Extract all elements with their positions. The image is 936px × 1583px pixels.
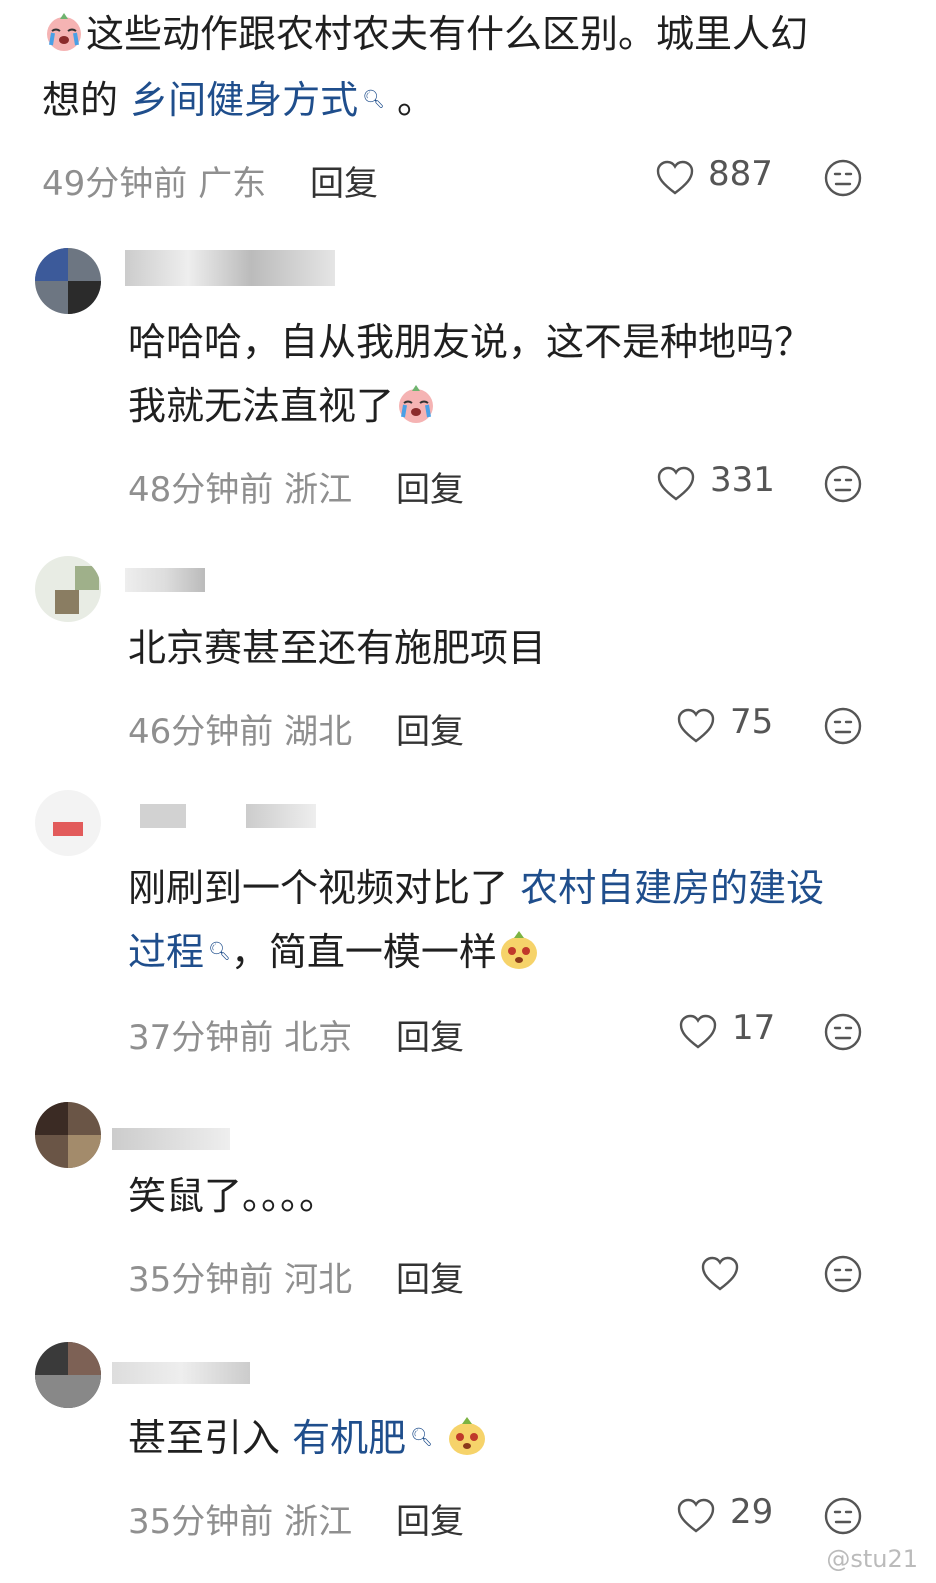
reply-button[interactable]: 回复 xyxy=(396,704,464,753)
yellow-mascot-emoji-icon xyxy=(497,927,541,971)
reply-button[interactable]: 回复 xyxy=(396,1252,464,1301)
avatar[interactable] xyxy=(35,248,101,314)
heart-icon[interactable] xyxy=(655,158,695,198)
username-blurred[interactable] xyxy=(112,1128,230,1150)
username-blurred[interactable] xyxy=(125,250,335,286)
comment-text: 想的 xyxy=(42,78,131,122)
comment-text: 甚至引入 xyxy=(128,1416,293,1460)
comment-3-text: 北京赛甚至还有施肥项目 xyxy=(128,626,547,670)
comment-text: 这些动作跟农村农夫有什么区别。城里人幻 xyxy=(86,12,809,56)
avatar[interactable] xyxy=(35,556,101,622)
comment-text: 我就无法直视了 xyxy=(128,384,395,428)
comment-6-text: 甚至引入 有机肥 🔍︎ xyxy=(128,1406,489,1470)
like-count: 887 xyxy=(708,154,773,194)
neutral-face-icon[interactable] xyxy=(823,706,863,746)
search-link[interactable]: 过程 xyxy=(128,930,204,974)
search-link[interactable]: 农村自建房的建设 xyxy=(520,866,824,910)
avatar[interactable] xyxy=(35,1102,101,1168)
heart-icon[interactable] xyxy=(678,1012,718,1052)
comment-4-text-line2: 过程 🔍︎，简直一模一样 xyxy=(128,920,541,984)
avatar[interactable] xyxy=(35,790,101,856)
magnifier-icon: 🔍︎ xyxy=(410,1427,433,1448)
like-count: 75 xyxy=(730,702,774,742)
comment-text: 刚刷到一个视频对比了 xyxy=(128,866,521,910)
heart-icon[interactable] xyxy=(656,464,696,504)
magnifier-icon: 🔍︎ xyxy=(362,89,385,110)
comment-meta: 35分钟前 浙江 xyxy=(128,1494,352,1543)
heart-icon[interactable] xyxy=(700,1254,740,1294)
like-count: 29 xyxy=(730,1492,774,1532)
magnifier-icon: 🔍︎ xyxy=(208,941,231,962)
comment-text: ，简直一模一样 xyxy=(230,930,497,974)
reply-button[interactable]: 回复 xyxy=(396,1494,464,1543)
comment-meta: 48分钟前 浙江 xyxy=(128,462,352,511)
username-blurred[interactable] xyxy=(125,568,205,592)
yellow-mascot-emoji-icon xyxy=(445,1413,489,1457)
region-label: 广东 xyxy=(198,164,267,204)
comment-2-text-line2: 我就无法直视了 xyxy=(128,374,438,438)
crying-emoji-icon xyxy=(394,381,438,425)
comment-4-text-line1: 刚刷到一个视频对比了 农村自建房的建设 xyxy=(128,856,824,920)
heart-icon[interactable] xyxy=(676,1496,716,1536)
reply-button[interactable]: 回复 xyxy=(310,156,378,205)
watermark: @stu21 xyxy=(826,1545,918,1573)
region-label: 浙江 xyxy=(284,1502,353,1542)
timestamp: 35分钟前 xyxy=(128,1502,274,1542)
avatar[interactable] xyxy=(35,1342,101,1408)
heart-icon[interactable] xyxy=(676,706,716,746)
neutral-face-icon[interactable] xyxy=(823,1012,863,1052)
timestamp: 49分钟前 xyxy=(42,164,188,204)
comment-text: 。 xyxy=(384,78,436,122)
neutral-face-icon[interactable] xyxy=(823,1254,863,1294)
comment-meta: 35分钟前 河北 xyxy=(128,1252,352,1301)
timestamp: 46分钟前 xyxy=(128,712,274,752)
comment-1-text-line2: 想的 乡间健身方式 🔍︎ 。 xyxy=(42,68,435,132)
timestamp: 35分钟前 xyxy=(128,1260,274,1300)
username-blurred[interactable] xyxy=(112,1362,250,1384)
reply-button[interactable]: 回复 xyxy=(396,1010,464,1059)
like-count: 331 xyxy=(710,460,775,500)
username-blurred[interactable] xyxy=(140,804,186,828)
search-link[interactable]: 有机肥 xyxy=(292,1416,406,1460)
comment-meta: 46分钟前 湖北 xyxy=(128,704,352,753)
neutral-face-icon[interactable] xyxy=(823,464,863,504)
username-blurred xyxy=(246,804,316,828)
region-label: 北京 xyxy=(284,1018,353,1058)
like-count: 17 xyxy=(732,1008,776,1048)
comment-2-text-line1: 哈哈哈，自从我朋友说，这不是种地吗？ xyxy=(128,320,813,364)
comment-1-text-line1: 这些动作跟农村农夫有什么区别。城里人幻 xyxy=(42,2,808,66)
crying-emoji-icon xyxy=(42,9,86,53)
region-label: 浙江 xyxy=(284,470,353,510)
comment-meta: 49分钟前 广东 xyxy=(42,156,266,205)
neutral-face-icon[interactable] xyxy=(823,1496,863,1536)
region-label: 湖北 xyxy=(284,712,353,752)
comment-meta: 37分钟前 北京 xyxy=(128,1010,352,1059)
comment-5-text: 笑鼠了。。。。 xyxy=(128,1174,338,1218)
neutral-face-icon[interactable] xyxy=(823,158,863,198)
region-label: 河北 xyxy=(284,1260,353,1300)
timestamp: 48分钟前 xyxy=(128,470,274,510)
timestamp: 37分钟前 xyxy=(128,1018,274,1058)
search-link[interactable]: 乡间健身方式 xyxy=(130,78,358,122)
reply-button[interactable]: 回复 xyxy=(396,462,464,511)
